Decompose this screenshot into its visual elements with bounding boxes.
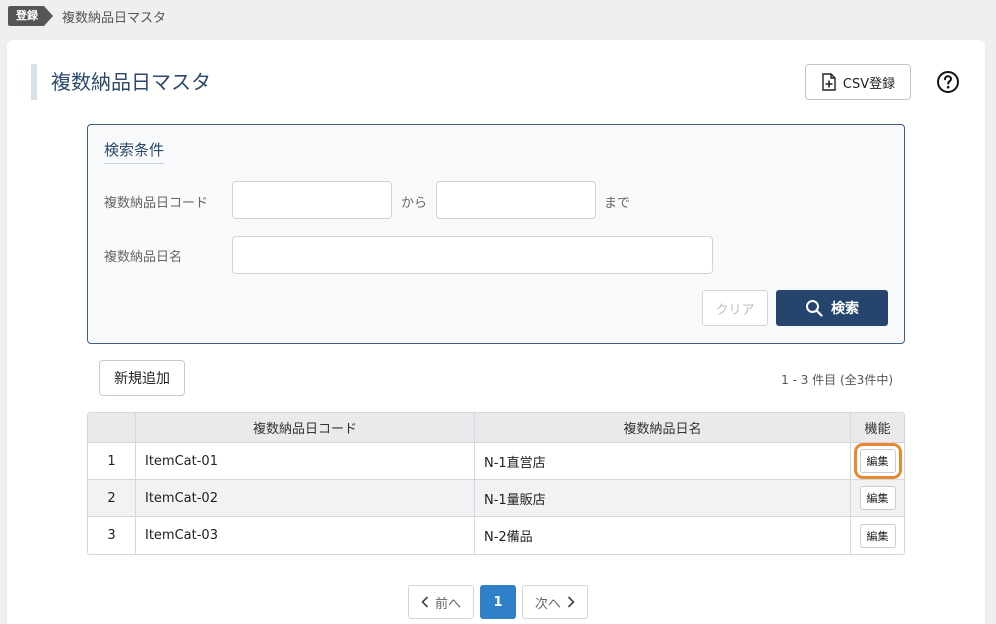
name-label: 複数納品日名 (104, 250, 183, 265)
search-button[interactable]: 検索 (776, 290, 888, 326)
search-panel: 検索条件 複数納品日コード から まで 複数納品日名 クリア 検索 (87, 124, 905, 344)
header-no (88, 413, 136, 442)
results-table: 複数納品日コード 複数納品日名 機能 1 ItemCat-01 N-1直営店 編… (87, 412, 905, 555)
header-code: 複数納品日コード (136, 413, 475, 442)
range-from-label: から (401, 196, 428, 211)
search-icon (806, 300, 823, 317)
search-button-label: 検索 (831, 301, 859, 317)
page-1-button[interactable]: 1 (480, 585, 516, 619)
row-number: 1 (88, 443, 136, 479)
search-heading: 検索条件 (104, 139, 165, 164)
next-page-label: 次へ (534, 596, 561, 612)
header-name: 複数納品日名 (475, 413, 851, 442)
row-name: N-2備品 (475, 517, 851, 554)
file-plus-icon (822, 73, 836, 91)
row-actions: 編集 (851, 443, 904, 479)
breadcrumb: 登録 複数納品日マスタ (8, 6, 166, 26)
row-actions: 編集 (851, 517, 904, 554)
name-input[interactable] (232, 236, 713, 274)
row-number: 2 (88, 480, 136, 516)
main-card: 複数納品日マスタ CSV登録 検索条件 複数納品日コード から まで 複数納品日… (7, 40, 985, 624)
question-circle-icon[interactable] (936, 70, 960, 94)
code-label: 複数納品日コード (104, 196, 209, 211)
table-row: 3 ItemCat-03 N-2備品 編集 (88, 517, 904, 554)
prev-page-label: 前へ (434, 596, 461, 612)
edit-button[interactable]: 編集 (859, 523, 896, 548)
result-count: 1 - 3 件目 (全3件中) (781, 373, 893, 387)
row-code: ItemCat-03 (136, 517, 475, 554)
table-header: 複数納品日コード 複数納品日名 機能 (88, 413, 904, 443)
breadcrumb-current: 複数納品日マスタ (62, 10, 167, 26)
next-page-button[interactable]: 次へ (522, 585, 588, 619)
row-code: ItemCat-02 (136, 480, 475, 516)
page-title: 複数納品日マスタ (51, 70, 211, 94)
prev-page-button[interactable]: 前へ (408, 585, 474, 619)
row-code: ItemCat-01 (136, 443, 475, 479)
table-row: 1 ItemCat-01 N-1直営店 編集 (88, 443, 904, 480)
row-actions: 編集 (851, 480, 904, 516)
csv-import-button[interactable]: CSV登録 (805, 64, 911, 100)
breadcrumb-badge[interactable]: 登録 (8, 6, 53, 26)
row-name: N-1直営店 (475, 443, 851, 479)
range-to-label: まで (604, 196, 631, 211)
code-from-input[interactable] (232, 181, 392, 219)
csv-import-label: CSV登録 (842, 76, 896, 92)
row-name: N-1量販店 (475, 480, 851, 516)
table-row: 2 ItemCat-02 N-1量販店 編集 (88, 480, 904, 517)
edit-button[interactable]: 編集 (853, 443, 902, 479)
code-to-input[interactable] (436, 181, 596, 219)
chevron-left-icon (421, 596, 429, 608)
row-number: 3 (88, 517, 136, 554)
title-accent-bar (31, 64, 37, 100)
clear-button[interactable]: クリア (702, 290, 768, 326)
chevron-right-icon (567, 596, 575, 608)
pagination: 前へ 1 次へ (408, 585, 588, 619)
edit-button[interactable]: 編集 (859, 486, 896, 510)
add-new-button[interactable]: 新規追加 (99, 360, 185, 396)
header-function: 機能 (864, 422, 891, 437)
